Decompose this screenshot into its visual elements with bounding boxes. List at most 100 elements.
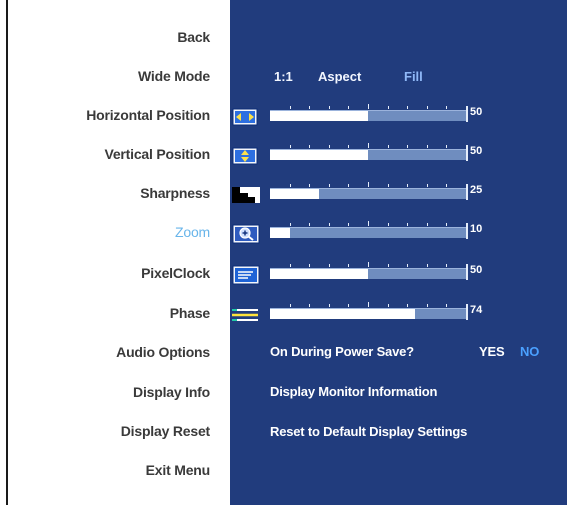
phase-value: 74	[470, 304, 483, 316]
slider-tick	[348, 145, 350, 148]
slider-tick	[328, 145, 330, 148]
slider-tick	[368, 302, 369, 307]
zoom-slider[interactable]	[270, 221, 468, 239]
vertical-position-slider[interactable]	[270, 143, 468, 161]
slider-tick	[387, 264, 389, 267]
sharpness-icon	[231, 184, 261, 206]
slider-tick	[348, 223, 350, 226]
slider-tick	[328, 184, 330, 187]
slider-tick	[328, 264, 330, 267]
slider-ticks	[270, 302, 466, 308]
slider-ticks	[270, 262, 466, 268]
slider-tick	[407, 145, 409, 148]
slider-tick	[309, 223, 311, 226]
menu-item-back[interactable]: Back	[10, 28, 210, 46]
slider-tick	[289, 223, 291, 226]
slider-endcap	[466, 106, 468, 122]
slider-tick	[446, 145, 448, 148]
slider-tick	[328, 223, 330, 226]
slider-tick	[289, 106, 291, 109]
slider-tick	[426, 184, 428, 187]
phase-slider[interactable]	[270, 302, 468, 320]
slider-tick	[446, 184, 448, 187]
menu-item-phase[interactable]: Phase	[10, 304, 210, 322]
menu-item-zoom[interactable]: Zoom	[10, 223, 210, 241]
slider-ticks	[270, 221, 466, 227]
slider-tick	[426, 106, 428, 109]
wide-mode-option-1to1[interactable]: 1:1	[274, 69, 293, 84]
horizontal-position-value: 50	[470, 106, 483, 118]
slider-tick	[446, 264, 448, 267]
slider-fill	[270, 309, 416, 319]
audio-no-option[interactable]: NO	[520, 344, 539, 359]
slider-tick	[309, 145, 311, 148]
slider-tick	[309, 184, 311, 187]
slider-ticks	[270, 104, 466, 110]
sharpness-row: 25	[230, 182, 567, 206]
pixel-clock-value: 50	[470, 264, 483, 276]
menu-item-vertical-position[interactable]: Vertical Position	[10, 145, 210, 163]
slider-fill	[270, 189, 319, 199]
horizontal-position-slider[interactable]	[270, 104, 468, 122]
vertical-position-value: 50	[470, 145, 483, 157]
slider-endcap	[466, 223, 468, 239]
slider-tick	[309, 264, 311, 267]
wide-mode-option-aspect[interactable]: Aspect	[318, 69, 361, 84]
display-info-text[interactable]: Display Monitor Information	[270, 384, 437, 399]
menu-list: Back Wide Mode Horizontal Position Verti…	[8, 0, 230, 505]
horizontal-position-row: 50	[230, 104, 567, 128]
slider-tick	[407, 304, 409, 307]
slider-tick	[348, 106, 350, 109]
slider-tick	[387, 184, 389, 187]
audio-power-save-label: On During Power Save?	[270, 344, 414, 359]
display-reset-text[interactable]: Reset to Default Display Settings	[270, 424, 467, 439]
menu-item-sharpness[interactable]: Sharpness	[10, 184, 210, 202]
slider-tick	[387, 304, 389, 307]
slider-tick	[426, 145, 428, 148]
slider-tick	[446, 106, 448, 109]
menu-item-display-info[interactable]: Display Info	[10, 383, 210, 401]
sharpness-value: 25	[470, 184, 483, 196]
menu-item-wide-mode[interactable]: Wide Mode	[10, 67, 210, 85]
phase-icon	[231, 304, 261, 326]
wide-mode-option-fill[interactable]: Fill	[404, 69, 423, 84]
menu-item-horizontal-position[interactable]: Horizontal Position	[10, 106, 210, 124]
slider-tick	[446, 223, 448, 226]
pixel-clock-slider[interactable]	[270, 262, 468, 280]
pixel-clock-icon	[231, 264, 261, 286]
monitor-osd-menu: Back Wide Mode Horizontal Position Verti…	[0, 0, 576, 505]
horizontal-position-icon	[231, 106, 261, 128]
slider-tick	[368, 143, 369, 148]
slider-fill	[270, 111, 368, 121]
slider-tick	[387, 106, 389, 109]
slider-tick	[328, 304, 330, 307]
slider-ticks	[270, 182, 466, 188]
sharpness-slider[interactable]	[270, 182, 468, 200]
menu-item-pixelclock[interactable]: PixelClock	[10, 264, 210, 282]
slider-tick	[407, 184, 409, 187]
zoom-icon	[231, 223, 261, 245]
slider-tick	[426, 264, 428, 267]
audio-yes-option[interactable]: YES	[479, 344, 505, 359]
slider-tick	[426, 304, 428, 307]
menu-item-exit-menu[interactable]: Exit Menu	[10, 461, 211, 479]
slider-tick	[368, 182, 369, 187]
menu-item-display-reset[interactable]: Display Reset	[10, 422, 210, 440]
slider-tick	[426, 223, 428, 226]
slider-tick	[328, 106, 330, 109]
menu-item-audio-options[interactable]: Audio Options	[10, 343, 210, 361]
slider-tick	[407, 264, 409, 267]
slider-tick	[387, 223, 389, 226]
phase-row: 74	[230, 302, 567, 326]
slider-tick	[309, 304, 311, 307]
slider-tick	[407, 106, 409, 109]
slider-tick	[368, 221, 369, 226]
slider-tick	[309, 106, 311, 109]
slider-fill	[270, 269, 368, 279]
slider-ticks	[270, 143, 466, 149]
slider-tick	[387, 145, 389, 148]
settings-panel: 1:1 Aspect Fill 50 50 25 10 50 74 On Dur…	[230, 0, 567, 505]
slider-endcap	[466, 145, 468, 161]
slider-tick	[348, 184, 350, 187]
slider-tick	[407, 223, 409, 226]
